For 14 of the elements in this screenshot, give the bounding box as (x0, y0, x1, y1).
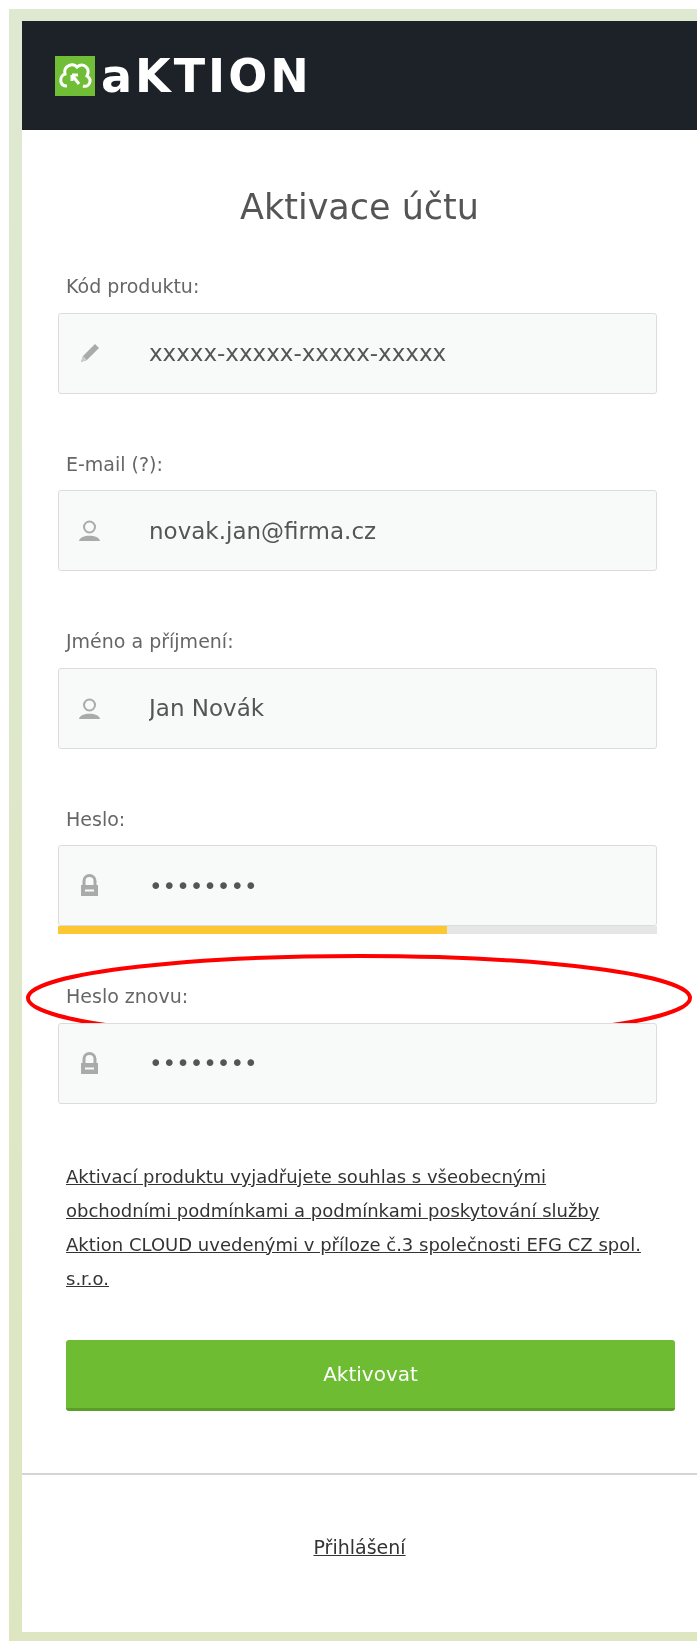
input-field[interactable]: novak.jan@firma.cz (58, 490, 657, 571)
input-field[interactable]: xxxxx-xxxxx-xxxxx-xxxxx (58, 312, 657, 394)
field-label: Kód produktu: (66, 274, 200, 299)
page-title: Aktivace účtu (238, 186, 481, 228)
logo-text: aKTION (101, 52, 312, 99)
terms-link[interactable]: Aktivací produktu vyjadřujete souhlas s všeobecnými obchodními podmínkami a podmínkami poskytování služby Aktion CLOUD uvedenými v příloze č.3 společnosti EFG CZ spol. s.r.o. (66, 1159, 649, 1296)
input-field[interactable]: •••••••• (58, 1022, 657, 1104)
input-field[interactable]: •••••••• (58, 845, 657, 926)
field-label: Heslo: (66, 806, 126, 832)
field-label: E-mail (?): (66, 451, 163, 477)
field-label: Heslo znovu: (66, 984, 189, 1009)
logo-icon (55, 55, 95, 96)
login-link[interactable]: Přihlášení (313, 1535, 406, 1558)
field-label: Jméno a příjmení: (66, 629, 234, 654)
